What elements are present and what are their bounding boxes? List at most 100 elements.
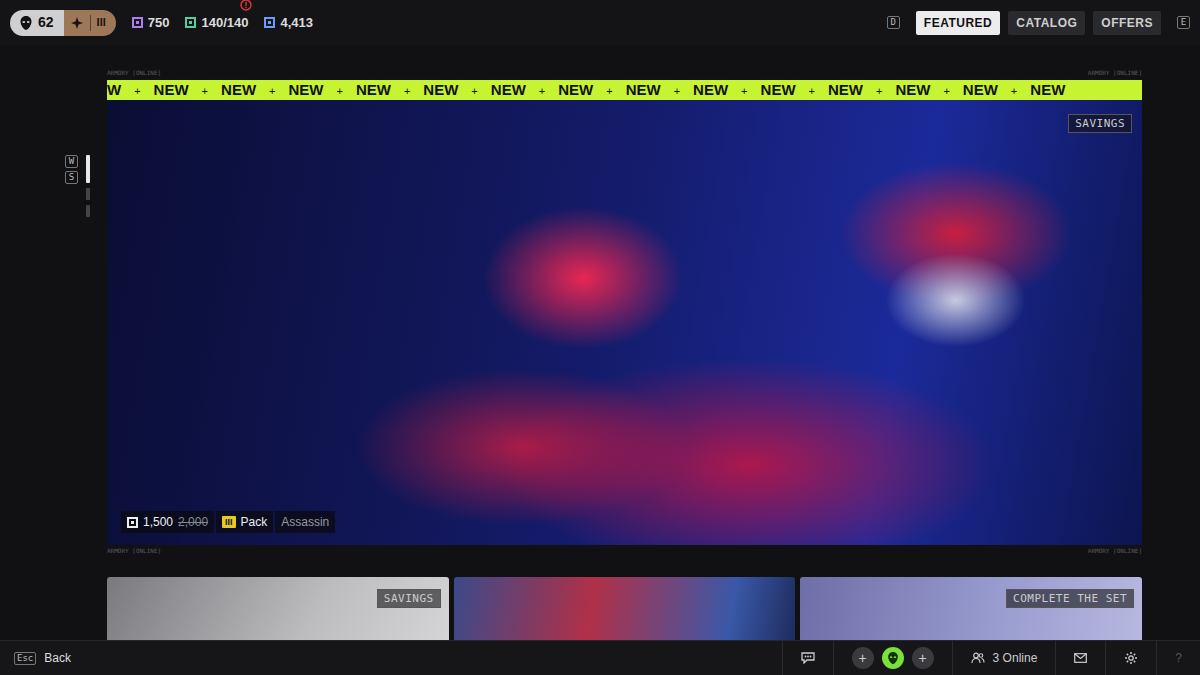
ticker-word: NEW	[761, 81, 796, 98]
ticker-separator: +	[134, 85, 140, 97]
offer-card[interactable]: COMPLETE THE SET	[800, 577, 1142, 640]
ticker-separator: +	[1011, 85, 1017, 97]
ticker-word: NEW	[356, 81, 391, 98]
page-dot[interactable]	[86, 188, 90, 200]
status-group: 62 III 750 140/140 4,413	[10, 10, 313, 36]
ticker-word: NEW	[963, 81, 998, 98]
top-bar: 62 III 750 140/140 4,413 D FEATURED CATALOG OFFE…	[0, 0, 1200, 45]
offer-type: Pack	[241, 513, 268, 531]
ticker-separator: +	[606, 85, 612, 97]
currency-icon	[185, 17, 196, 28]
invite-slot[interactable]: +	[852, 647, 874, 669]
ticker-separator: +	[809, 85, 815, 97]
ticker-word: NEW	[693, 81, 728, 98]
currency-item: 140/140	[185, 13, 248, 33]
ticker-separator: +	[336, 85, 342, 97]
ticker-separator: +	[741, 85, 747, 97]
featured-banner[interactable]: SAVINGS1,5002,000IIIPackAssassin	[107, 100, 1142, 545]
pager-gutter: WS	[0, 45, 107, 640]
back-button[interactable]: EscBack	[14, 649, 71, 667]
esc-key: Esc	[14, 652, 36, 665]
ticker-word: NEW	[221, 81, 256, 98]
panel-label: ARMORY [ONLINE]	[107, 67, 161, 79]
new-ticker: W+NEW+NEW+NEW+NEW+NEW+NEW+NEW+NEW+NEW+NE…	[107, 80, 1142, 100]
up-key: W	[65, 155, 78, 168]
nav-tab[interactable]: FEATURED	[916, 11, 1000, 35]
card-tag: COMPLETE THE SET	[1006, 589, 1134, 608]
panel-label: ARMORY [ONLINE]	[1088, 545, 1142, 557]
level-pill[interactable]: 62	[10, 10, 64, 36]
chat-icon[interactable]	[801, 652, 815, 664]
ticker-separator: +	[404, 85, 410, 97]
page-dot[interactable]	[86, 205, 90, 217]
page-dot[interactable]	[86, 155, 90, 183]
ticker-word: NEW	[895, 81, 930, 98]
ticker-separator: +	[539, 85, 545, 97]
type-chip: III Pack	[216, 511, 273, 533]
store-nav: D FEATURED CATALOG OFFERS E	[887, 11, 1190, 35]
social-bar: ++3 Online?	[782, 641, 1200, 675]
online-button[interactable]: 3 Online	[952, 641, 1056, 675]
offer-card[interactable]	[454, 577, 796, 640]
prev-key: D	[887, 16, 900, 29]
ticker-separator: +	[674, 85, 680, 97]
down-key: S	[65, 171, 78, 184]
price: 1,500	[143, 513, 173, 531]
ticker-word: NEW	[288, 81, 323, 98]
rank-badge[interactable]: III	[64, 10, 116, 36]
help-section: ?	[1156, 641, 1200, 675]
party-avatar[interactable]	[882, 647, 904, 669]
offer-card[interactable]: SAVINGS	[107, 577, 449, 640]
alert-icon	[240, 0, 252, 11]
page-pager: WS	[65, 155, 107, 217]
chat-section	[782, 641, 833, 675]
level-value: 62	[38, 12, 54, 33]
mail-button[interactable]	[1055, 641, 1105, 675]
friends-icon	[971, 652, 985, 664]
ticker-word: NEW	[154, 81, 189, 98]
ticker-separator: +	[471, 85, 477, 97]
ticker-word: NEW	[626, 81, 661, 98]
currency-value: 140/140	[201, 13, 248, 33]
name-chip: Assassin	[275, 511, 335, 533]
avatar-icon	[18, 15, 34, 31]
offer-info: 1,5002,000 III Pack Assassin	[121, 511, 335, 533]
mail-icon	[1074, 653, 1087, 663]
nav-tab[interactable]: CATALOG	[1008, 11, 1085, 35]
currency-icon	[264, 17, 275, 28]
next-key: E	[1177, 16, 1190, 29]
ticker-separator: +	[943, 85, 949, 97]
ticker-word: NEW	[1030, 81, 1065, 98]
panel-label: ARMORY [ONLINE]	[107, 545, 161, 557]
ticker-word: NEW	[828, 81, 863, 98]
ticker-separator: +	[876, 85, 882, 97]
currency-icon	[127, 517, 138, 528]
ticker-word: NEW	[558, 81, 593, 98]
price-chip: 1,5002,000	[121, 511, 214, 533]
currency-value: 750	[148, 13, 170, 33]
right-gutter	[1142, 45, 1200, 640]
currency-value: 4,413	[280, 13, 313, 33]
currency-icon	[132, 17, 143, 28]
currency-item: 4,413	[264, 13, 313, 33]
pack-badge: III	[222, 516, 236, 528]
featured-panel: ARMORY [ONLINE]ARMORY [ONLINE]W+NEW+NEW+…	[107, 45, 1142, 640]
invite-slot[interactable]: +	[912, 647, 934, 669]
ticker-word: NEW	[423, 81, 458, 98]
settings-button[interactable]	[1105, 641, 1156, 675]
nav-tab[interactable]: OFFERS	[1093, 11, 1161, 35]
currency-item: 750	[132, 13, 170, 33]
card-tag: SAVINGS	[377, 589, 441, 608]
online-count: 3 Online	[993, 649, 1038, 667]
bottom-bar: EscBack++3 Online?	[0, 640, 1200, 675]
panel-label: ARMORY [ONLINE]	[1088, 67, 1142, 79]
panel-labels: ARMORY [ONLINE] ARMORY [ONLINE]	[107, 545, 1142, 557]
offer-cards: SAVINGS COMPLETE THE SET	[107, 577, 1142, 640]
gear-icon	[1124, 651, 1138, 665]
pager-keys: WS	[65, 155, 78, 217]
offer-name: Assassin	[281, 513, 329, 531]
pager-track	[86, 155, 90, 217]
ticker-separator: +	[202, 85, 208, 97]
help-button[interactable]: ?	[1175, 649, 1182, 667]
party-section: ++	[833, 641, 952, 675]
